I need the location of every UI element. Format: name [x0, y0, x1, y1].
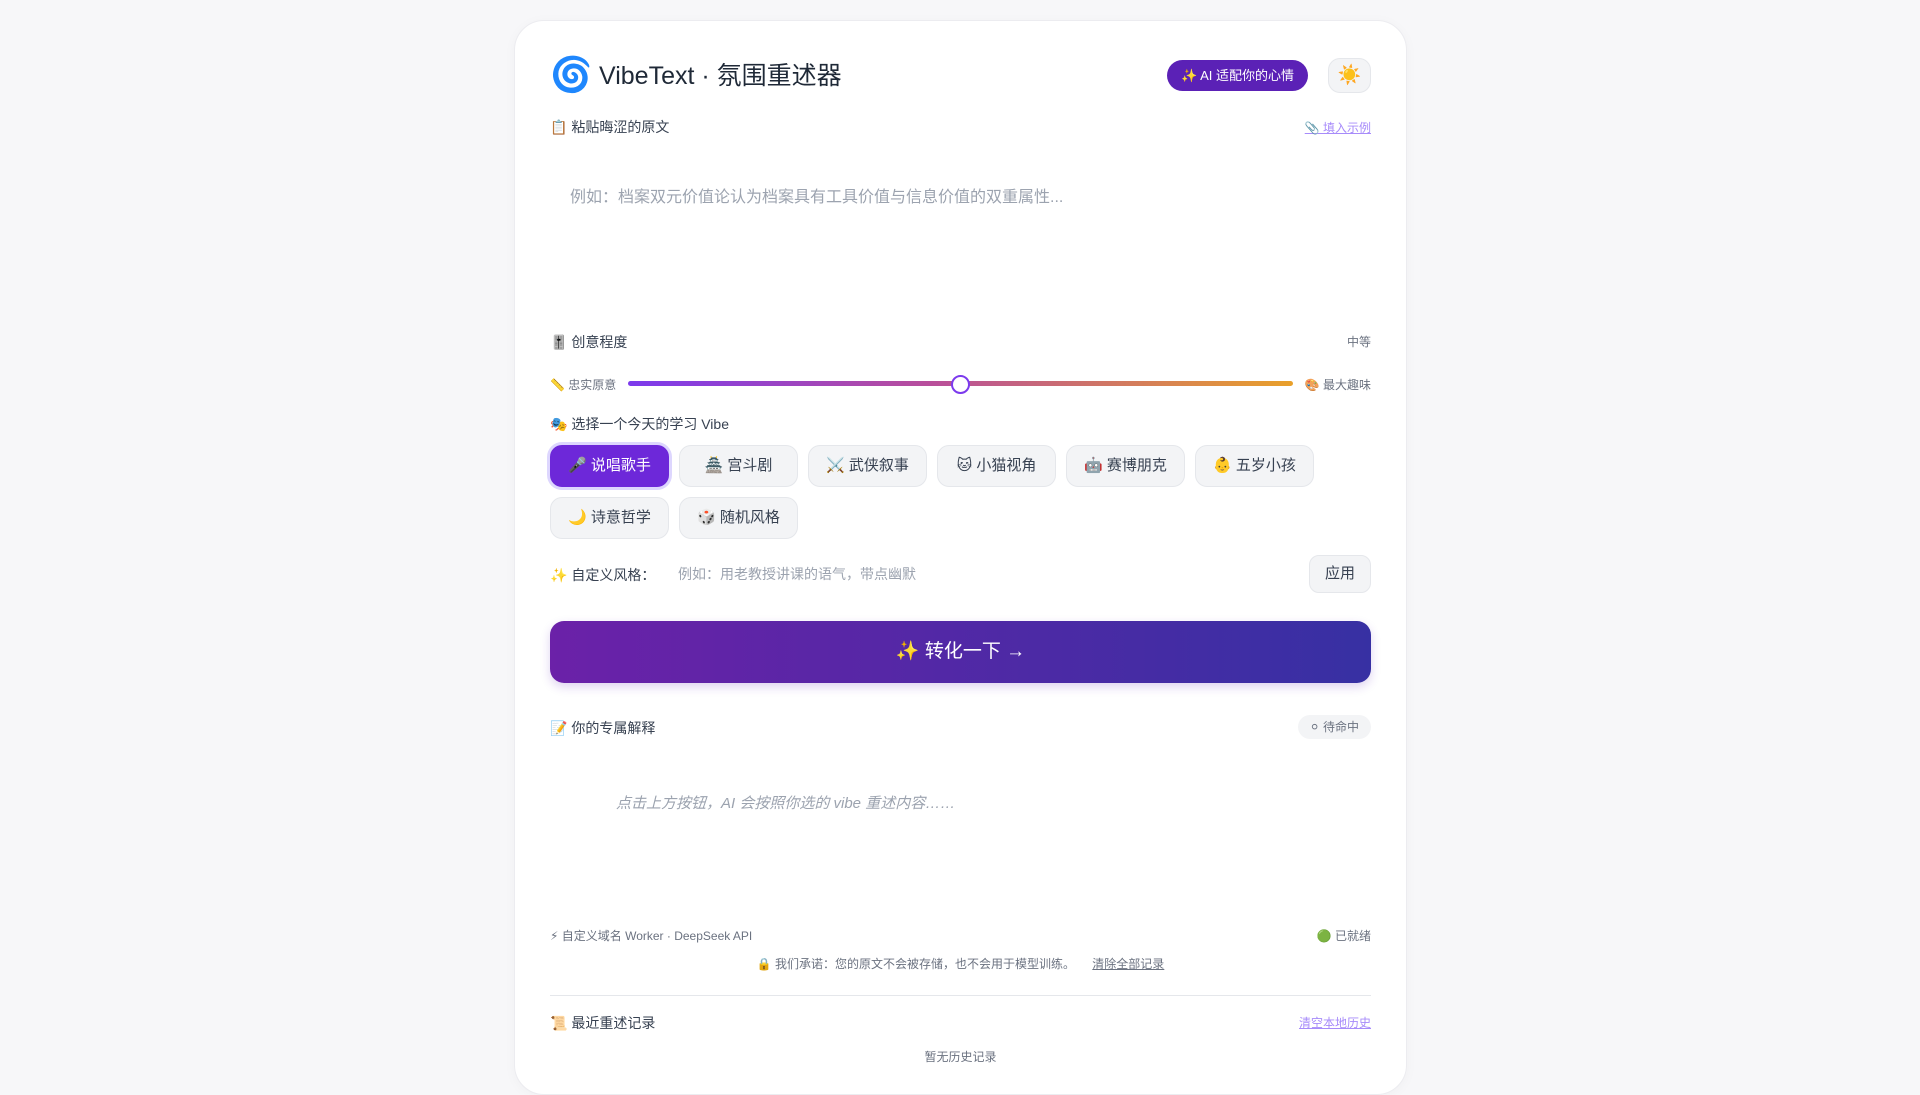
- vibe-label: 🎭 选择一个今天的学习 Vibe: [550, 416, 729, 432]
- fill-example-link[interactable]: 📎 填入示例: [1305, 119, 1371, 136]
- vibe-chip[interactable]: 🤖 赛博朋克: [1066, 445, 1185, 487]
- slider-max-label: 🎨 最大趣味: [1304, 378, 1371, 392]
- creativity-slider-thumb[interactable]: [950, 375, 970, 394]
- ready-status: 🟢 已就绪: [1316, 929, 1371, 943]
- output-label: 📝 你的专属解释: [550, 720, 656, 736]
- header: 🌀 VibeText · 氛围重述器 ✨ AI 适配你的心情 ☀️: [550, 55, 1371, 95]
- creativity-label: 🎚️ 创意程度: [550, 334, 628, 350]
- sun-icon: ☀️: [1337, 65, 1362, 86]
- vibe-chip[interactable]: 🌙 诗意哲学: [550, 497, 669, 539]
- creativity-slider-track[interactable]: [628, 375, 1293, 394]
- theme-toggle-button[interactable]: ☀️: [1328, 58, 1371, 93]
- custom-style-label: ✨ 自定义风格：: [550, 567, 656, 583]
- history-empty-text: 暂无历史记录: [924, 1050, 997, 1064]
- output-placeholder-text: 点击上方按钮，AI 会按照你选的 vibe 重述内容……: [616, 795, 956, 812]
- privacy-promise-text: 🔒 我们承诺：您的原文不会被存储，也不会用于模型训练。: [756, 957, 1075, 971]
- vibe-chip[interactable]: 🐱 小猫视角: [937, 445, 1056, 487]
- history-label: 📜 最近重述记录: [550, 1015, 656, 1031]
- clear-all-records-link[interactable]: 清除全部记录: [1092, 957, 1164, 971]
- engine-info: ⚡ 自定义域名 Worker · DeepSeek API: [550, 929, 753, 943]
- source-label: 📋 粘贴晦涩的原文: [550, 119, 670, 135]
- ai-mood-badge: ✨ AI 适配你的心情: [1167, 60, 1308, 91]
- source-text-input[interactable]: [550, 167, 1371, 325]
- clear-local-history-link[interactable]: 清空本地历史: [1299, 1014, 1371, 1031]
- custom-style-input[interactable]: [666, 555, 1299, 593]
- privacy-promise: 🔒 我们承诺：您的原文不会被存储，也不会用于模型训练。 清除全部记录: [550, 955, 1371, 972]
- vibe-chip[interactable]: 🏯 宫斗剧: [679, 445, 798, 487]
- creativity-slider-row: 📏 忠实原意 🎨 最大趣味: [550, 373, 1371, 397]
- divider: [550, 995, 1371, 996]
- convert-button[interactable]: ✨ 转化一下 →: [550, 621, 1371, 683]
- slider-min-label: 📏 忠实原意: [550, 378, 617, 392]
- creativity-level-text: 中等: [1346, 335, 1371, 349]
- output-status-badge: ⚪ 待命中: [1297, 715, 1371, 739]
- custom-style-row: ✨ 自定义风格： 应用: [550, 555, 1371, 593]
- apply-style-button[interactable]: 应用: [1309, 555, 1371, 593]
- app-title: VibeText · 氛围重述器: [599, 62, 842, 90]
- vibe-chip[interactable]: ⚔️ 武侠叙事: [808, 445, 927, 487]
- vibe-chip[interactable]: 🎲 随机风格: [679, 497, 798, 539]
- spiral-logo-icon: 🌀: [550, 56, 593, 94]
- vibe-chip[interactable]: 🎤 说唱歌手: [550, 445, 669, 487]
- main-card: 🌀 VibeText · 氛围重述器 ✨ AI 适配你的心情 ☀️ 📋 粘贴晦涩…: [514, 20, 1407, 1095]
- vibe-chip[interactable]: 👶 五岁小孩: [1195, 445, 1314, 487]
